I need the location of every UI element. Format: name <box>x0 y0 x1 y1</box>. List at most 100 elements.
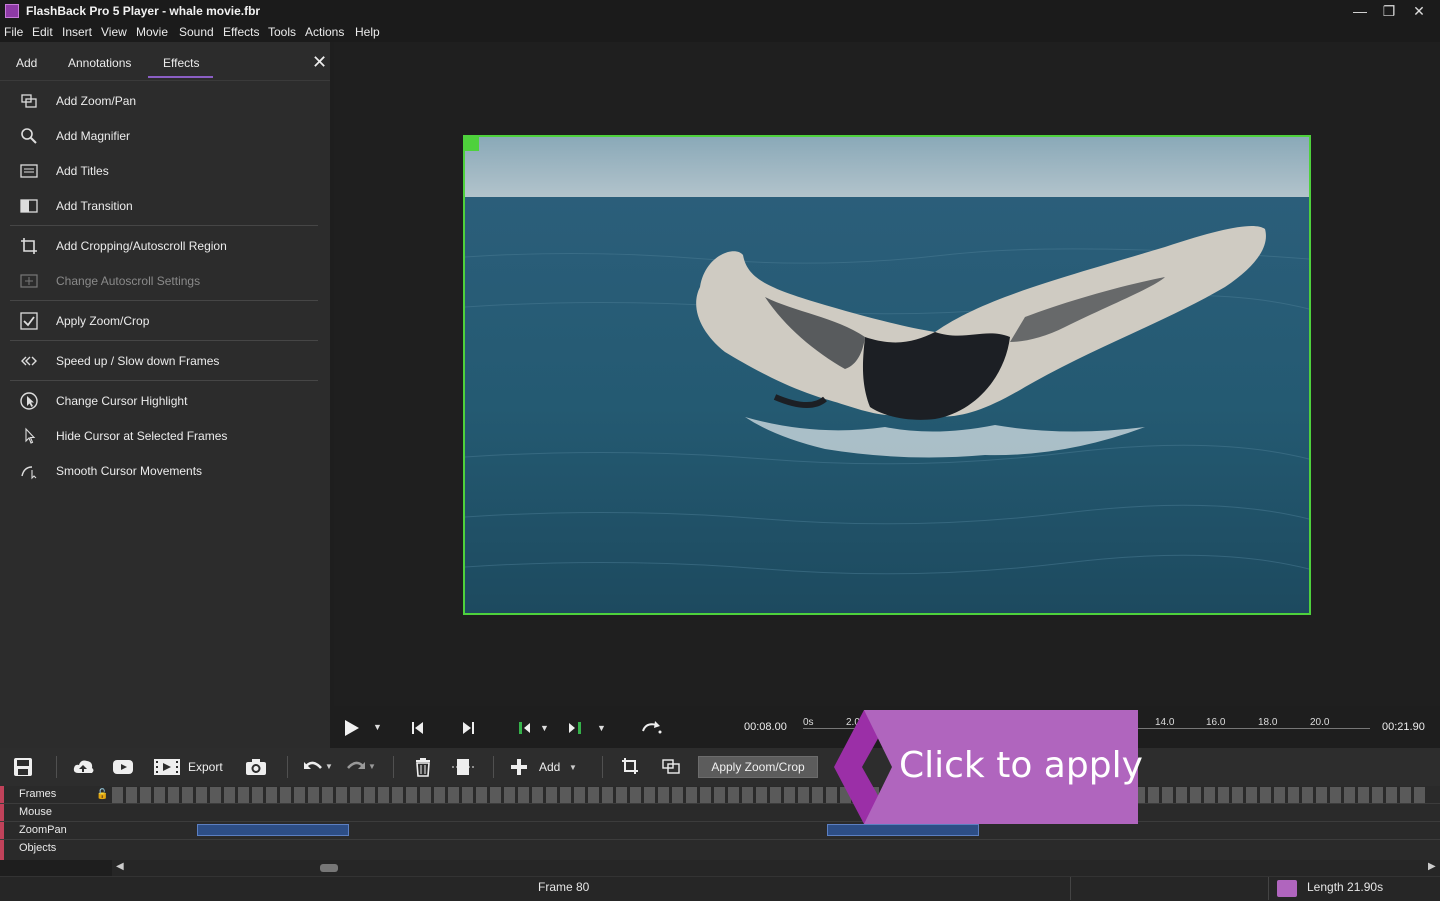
hide-cursor-item[interactable]: Hide Cursor at Selected Frames <box>10 421 318 451</box>
menu-movie[interactable]: Movie <box>136 25 168 39</box>
menu-effects[interactable]: Effects <box>223 25 259 39</box>
play-dropdown-icon[interactable]: ▼ <box>373 722 382 732</box>
crop-icon <box>21 238 37 254</box>
total-time: 00:21.90 <box>1382 721 1425 733</box>
mark-in-icon[interactable] <box>516 720 534 736</box>
zoom-pan-tool-icon[interactable] <box>661 757 681 775</box>
track-divider <box>0 821 1440 822</box>
window-title: FlashBack Pro 5 Player - whale movie.fbr <box>26 4 261 18</box>
move-handle-icon[interactable] <box>464 136 479 151</box>
status-divider <box>1268 877 1269 900</box>
cursor-highlight-item[interactable]: Change Cursor Highlight <box>10 386 318 416</box>
menu-edit[interactable]: Edit <box>32 25 53 39</box>
scroll-right-icon[interactable]: ▶ <box>1428 861 1436 872</box>
redo-dropdown-icon[interactable]: ▼ <box>368 762 376 771</box>
titles-icon <box>20 164 38 178</box>
add-button[interactable]: Add <box>539 760 560 774</box>
app-icon <box>5 4 19 18</box>
tab-effects[interactable]: Effects <box>163 56 199 70</box>
menu-file[interactable]: File <box>4 25 23 39</box>
ruler-tick: 18.0 <box>1258 717 1278 728</box>
track-mouse[interactable]: Mouse <box>0 804 112 822</box>
menu-actions[interactable]: Actions <box>305 25 344 39</box>
item-label: Smooth Cursor Movements <box>56 464 203 478</box>
smooth-cursor-icon <box>21 466 37 480</box>
add-zoom-pan-item[interactable]: Add Zoom/Pan <box>10 86 318 116</box>
timeline-scrollbar[interactable] <box>112 860 1440 876</box>
ruler-tick: 20.0 <box>1310 717 1330 728</box>
scroll-thumb[interactable] <box>320 864 338 872</box>
add-magnifier-item[interactable]: Add Magnifier <box>10 121 318 151</box>
snapshot-camera-icon[interactable] <box>245 757 267 777</box>
divider <box>10 300 318 301</box>
tab-divider <box>0 80 330 81</box>
toolbar-separator <box>287 756 288 778</box>
menu-tools[interactable]: Tools <box>268 25 296 39</box>
delete-icon[interactable] <box>414 757 432 777</box>
item-label: Add Cropping/Autoscroll Region <box>56 239 227 253</box>
close-window-icon[interactable]: ✕ <box>1404 0 1434 22</box>
transition-icon <box>20 199 38 213</box>
ruler-tick: 16.0 <box>1206 717 1226 728</box>
add-cropping-item[interactable]: Add Cropping/Autoscroll Region <box>10 231 318 261</box>
mark-out-icon[interactable] <box>566 720 584 736</box>
ruler-tick: 0s <box>803 717 814 728</box>
menu-insert[interactable]: Insert <box>62 25 92 39</box>
item-label: Add Titles <box>56 164 109 178</box>
toolbar-separator <box>493 756 494 778</box>
speed-frames-item[interactable]: Speed up / Slow down Frames <box>10 346 318 376</box>
lock-icon[interactable]: 🔓 <box>96 789 108 800</box>
scroll-left-icon[interactable]: ◀ <box>116 861 124 872</box>
crop-tool-icon[interactable] <box>621 757 639 775</box>
go-end-icon[interactable] <box>460 720 476 736</box>
track-objects[interactable]: Objects <box>0 840 112 860</box>
status-divider <box>1070 877 1071 900</box>
smooth-cursor-item[interactable]: Smooth Cursor Movements <box>10 456 318 486</box>
menu-sound[interactable]: Sound <box>179 25 214 39</box>
play-icon[interactable] <box>342 718 364 738</box>
mark-in-dropdown-icon[interactable]: ▼ <box>540 723 549 733</box>
upload-icon[interactable] <box>73 757 95 777</box>
speed-icon <box>21 356 37 366</box>
item-label: Add Transition <box>56 199 133 213</box>
minimize-icon[interactable]: — <box>1345 0 1375 22</box>
menu-view[interactable]: View <box>101 25 127 39</box>
close-panel-icon[interactable]: ✕ <box>312 52 332 72</box>
zoom-pan-icon <box>21 94 37 108</box>
loop-icon[interactable] <box>640 718 664 738</box>
frames-strip[interactable] <box>112 787 1426 803</box>
undo-icon[interactable] <box>303 758 323 776</box>
video-frame[interactable] <box>463 135 1311 615</box>
length-icon <box>1277 880 1297 897</box>
menu-help[interactable]: Help <box>355 25 380 39</box>
track-zoompan[interactable]: ZoomPan <box>0 822 112 840</box>
mark-out-dropdown-icon[interactable]: ▼ <box>597 723 606 733</box>
active-tab-indicator <box>148 76 213 78</box>
redo-icon[interactable] <box>346 758 366 776</box>
zoompan-clip[interactable] <box>827 824 979 836</box>
divider <box>10 380 318 381</box>
add-dropdown-icon[interactable]: ▼ <box>569 763 577 772</box>
youtube-icon[interactable] <box>112 757 134 777</box>
tab-annotations[interactable]: Annotations <box>68 56 131 70</box>
restore-icon[interactable]: ❐ <box>1374 0 1404 22</box>
split-frames-icon[interactable] <box>451 757 475 777</box>
cursor-icon <box>25 427 36 444</box>
tab-add[interactable]: Add <box>16 56 37 70</box>
export-button[interactable]: Export <box>188 760 223 774</box>
add-transition-item[interactable]: Add Transition <box>10 191 318 221</box>
apply-zoom-crop-button[interactable]: Apply Zoom/Crop <box>698 756 818 778</box>
add-titles-item[interactable]: Add Titles <box>10 156 318 186</box>
toolbar-separator <box>393 756 394 778</box>
apply-zoom-crop-item[interactable]: Apply Zoom/Crop <box>10 306 318 336</box>
current-time: 00:08.00 <box>744 721 787 733</box>
add-plus-icon[interactable] <box>510 758 528 776</box>
zoompan-clip[interactable] <box>197 824 349 836</box>
export-icon[interactable] <box>153 757 181 777</box>
item-label: Change Cursor Highlight <box>56 394 188 408</box>
save-icon[interactable] <box>13 757 33 777</box>
item-label: Add Zoom/Pan <box>56 94 137 108</box>
undo-dropdown-icon[interactable]: ▼ <box>325 762 333 771</box>
item-label: Add Magnifier <box>56 129 131 143</box>
go-start-icon[interactable] <box>410 720 426 736</box>
